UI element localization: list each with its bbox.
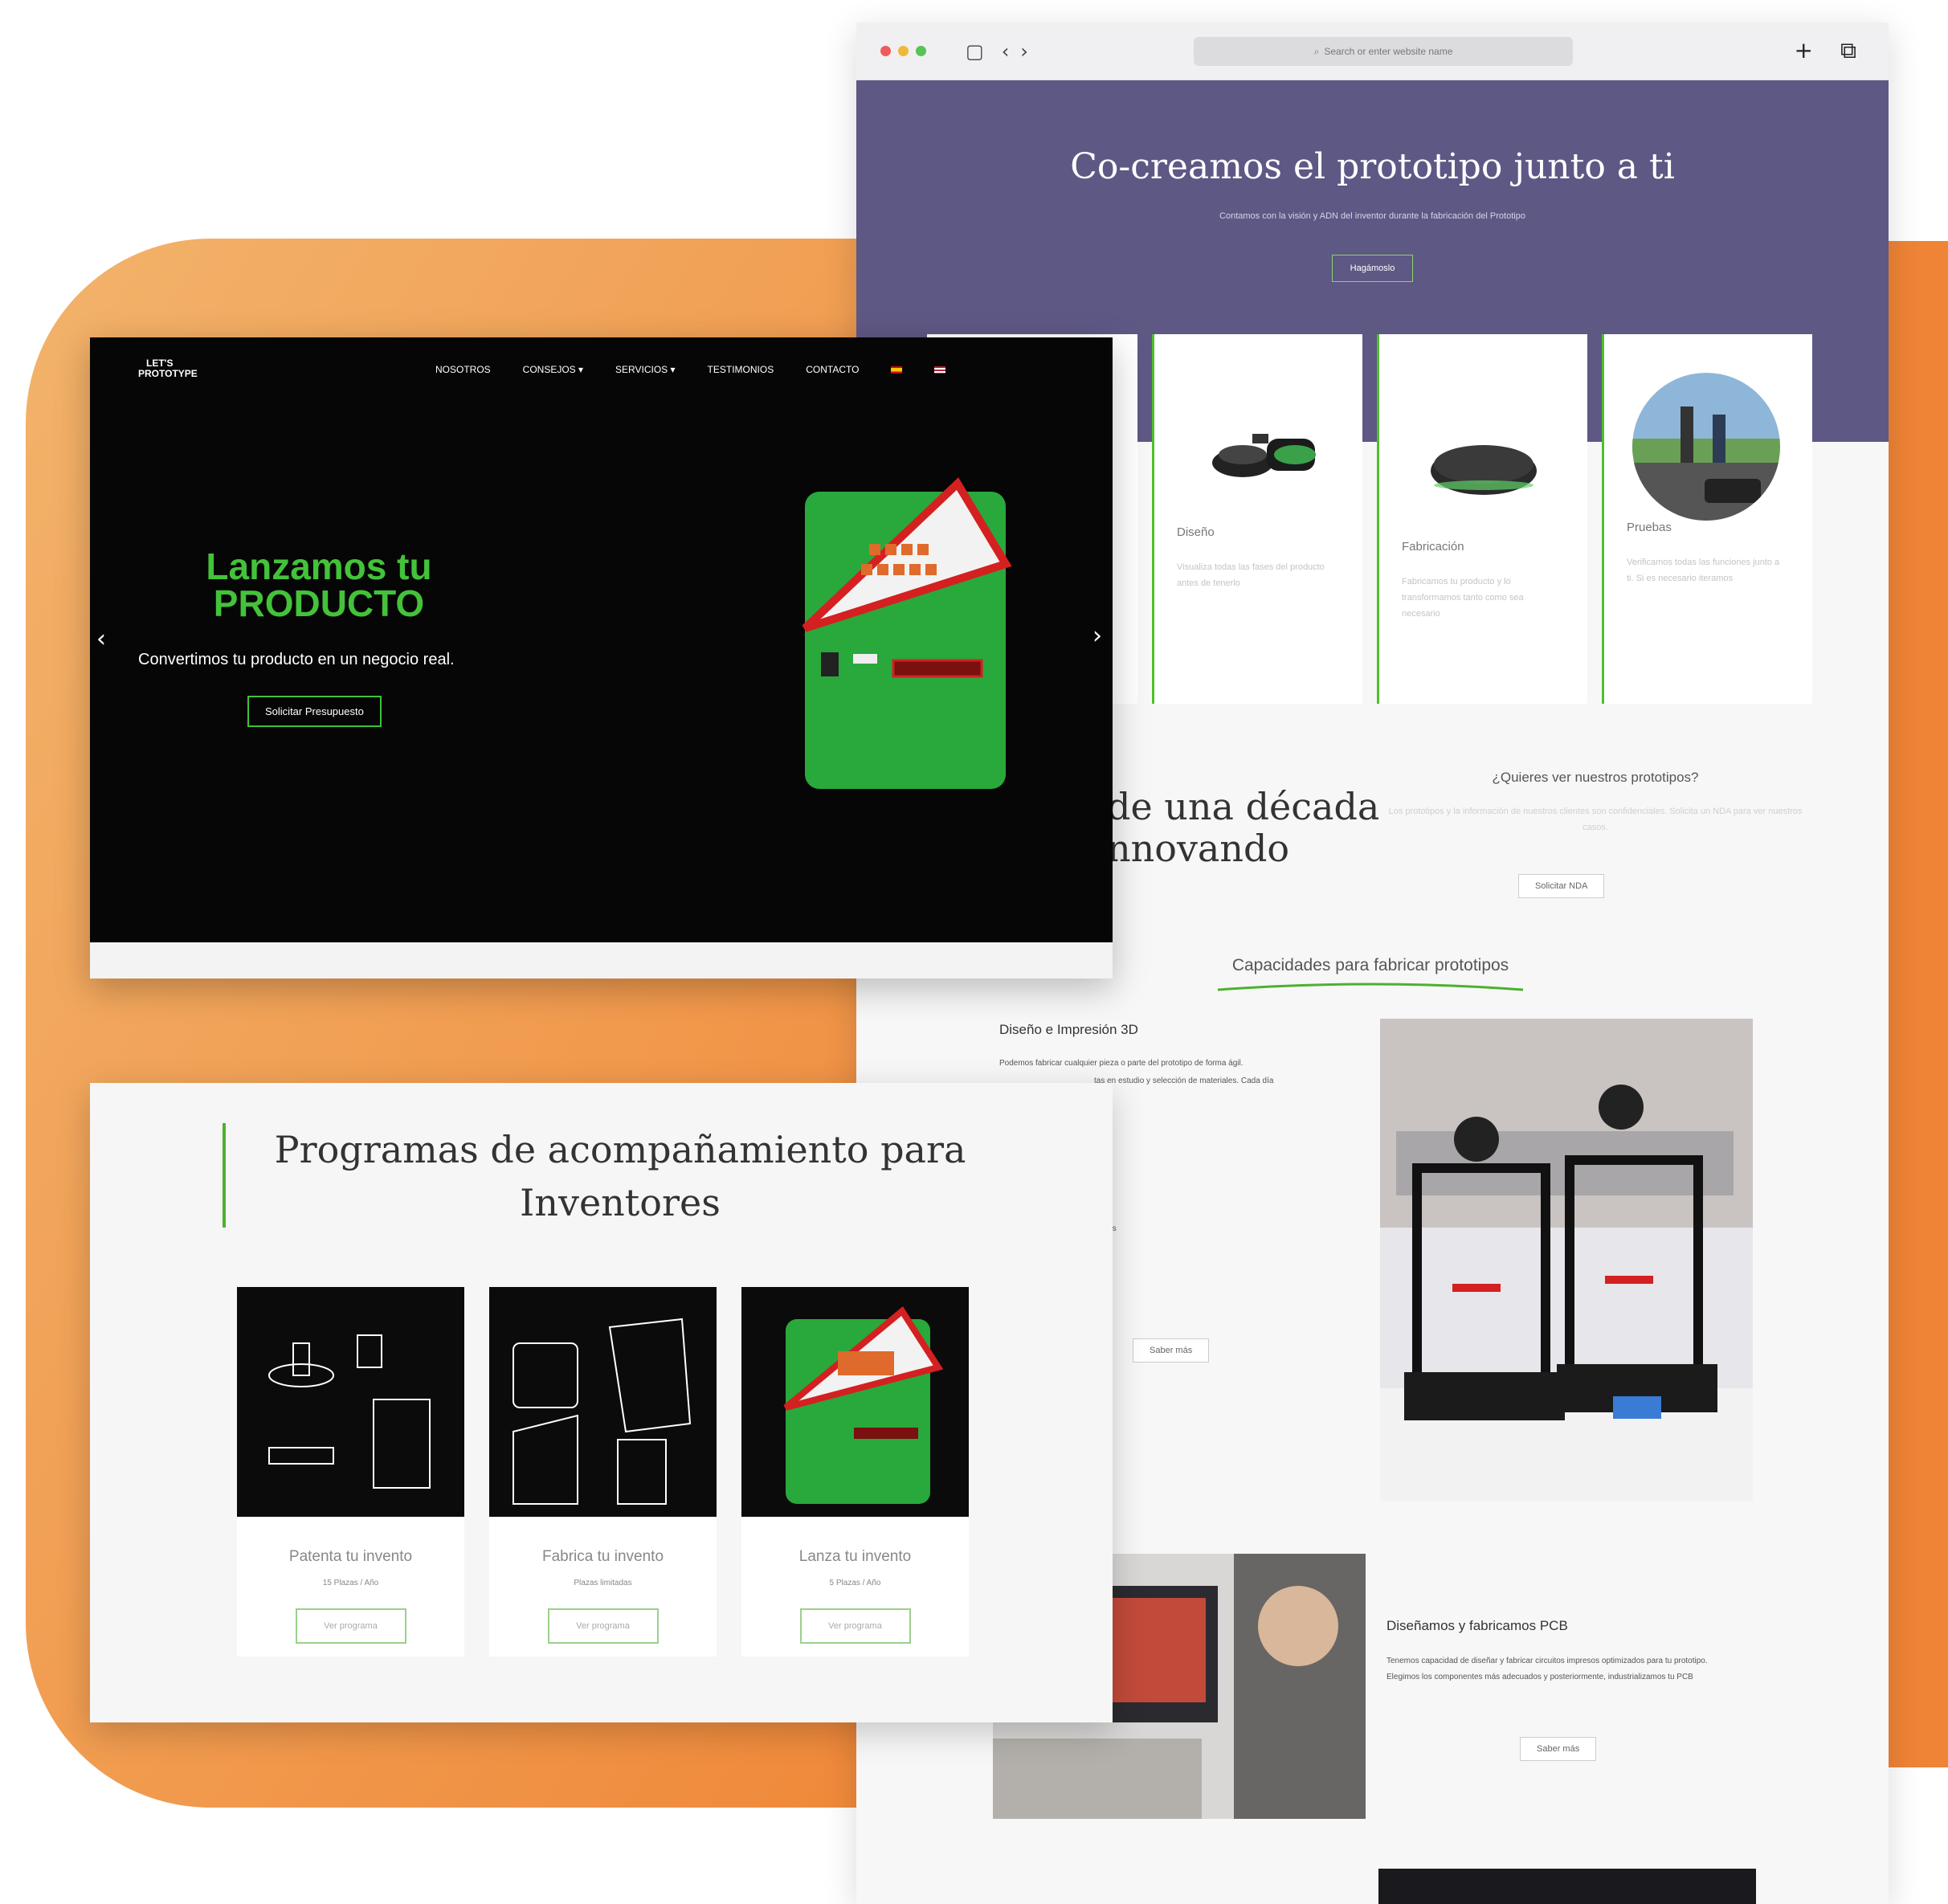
minimize-dot-icon[interactable] — [898, 46, 909, 56]
ver-programa-button[interactable]: Ver programa — [799, 1608, 911, 1644]
ver-programa-button[interactable]: Ver programa — [547, 1608, 659, 1644]
program-subtitle: 5 Plazas / Año — [829, 1579, 881, 1587]
tests-photo-image — [1632, 373, 1780, 521]
program-title: Fabrica tu invento — [541, 1548, 664, 1565]
hero-subtitle: Contamos con la visión y ADN del invento… — [1219, 211, 1525, 221]
solicitar-nda-button[interactable]: Solicitar NDA — [1518, 874, 1605, 898]
process-card-tests: Pruebas Verificamos todas las funciones … — [1602, 334, 1812, 704]
card-title: Fabricación — [1402, 540, 1464, 554]
nav-item-contacto[interactable]: CONTACTO — [806, 364, 859, 375]
decade-title: de una década nnovando — [1107, 786, 1379, 869]
hero-footer-strip — [90, 942, 1113, 979]
nav-item-servicios[interactable]: SERVICIOS ▾ — [615, 364, 676, 375]
ver-programa-button[interactable]: Ver programa — [295, 1608, 406, 1644]
tabs-overview-icon[interactable]: ⧉ — [1840, 37, 1856, 64]
print3d-line2: tas en estudio y selección de materiales… — [1094, 1077, 1274, 1085]
hero-window: LET'S PROTOTYPE NOSOTROS CONSEJOS ▾ SERV… — [90, 337, 1113, 979]
nda-title: ¿Quieres ver nuestros prototipos? — [1492, 770, 1699, 785]
headline-line-2: PRODUCTO — [213, 582, 425, 624]
pcb-title: Diseñamos y fabricamos PCB — [1386, 1618, 1568, 1633]
patent-drawing-image — [237, 1287, 464, 1517]
program-card-lanza: Lanza tu invento 5 Plazas / Año Ver prog… — [741, 1287, 969, 1657]
hero-headline: Lanzamos tu PRODUCTO — [90, 548, 548, 622]
capacities-underline — [1217, 983, 1524, 991]
headline-line-1: Lanzamos tu — [206, 545, 432, 587]
pcb-saber-mas-button[interactable]: Saber más — [1520, 1737, 1597, 1761]
close-dot-icon[interactable] — [880, 46, 891, 56]
nda-desc: Los prototipos y la información de nuest… — [1388, 807, 1803, 832]
process-card-fabrication: Fabricación Fabricamos tu producto y lo … — [1377, 334, 1587, 704]
card-desc: Fabricamos tu producto y lo transformamo… — [1402, 577, 1524, 619]
main-nav: NOSOTROS CONSEJOS ▾ SERVICIOS ▾ TESTIMON… — [435, 364, 946, 375]
nav-item-testimonios[interactable]: TESTIMONIOS — [708, 364, 774, 375]
usa-flag-icon[interactable] — [934, 366, 946, 374]
search-icon: ⌕ — [1313, 45, 1320, 57]
pizza-vending-machine-image — [802, 477, 1012, 789]
program-subtitle: 15 Plazas / Año — [322, 1579, 379, 1587]
logo-line-2: PROTOTYPE — [138, 368, 198, 379]
card-desc: Visualiza todas las fases del producto a… — [1177, 562, 1325, 588]
lets-prototype-logo[interactable]: LET'S PROTOTYPE — [138, 358, 198, 379]
process-card-design: Diseño Visualiza todas las fases del pro… — [1152, 334, 1362, 704]
maximize-dot-icon[interactable] — [916, 46, 926, 56]
program-card-patenta: Patenta tu invento 15 Plazas / Año Ver p… — [237, 1287, 464, 1657]
fabrication-device-image — [1431, 445, 1537, 495]
programs-window: Programas de acompañamiento para Invento… — [90, 1083, 1113, 1722]
next-slide-icon[interactable]: › — [1092, 622, 1102, 650]
print3d-line1: Podemos fabricar cualquier pieza o parte… — [999, 1059, 1244, 1068]
programs-title: Programas de acompañamiento para Invento… — [274, 1128, 966, 1224]
spain-flag-icon[interactable] — [891, 366, 903, 374]
capacities-title: Capacidades para fabricar prototipos — [1231, 956, 1509, 974]
hagamoslo-button[interactable]: Hagámoslo — [1331, 255, 1414, 282]
pizza-machine-image — [741, 1287, 969, 1517]
back-icon[interactable]: ‹ — [1002, 40, 1010, 63]
hero-subline: Convertimos tu producto en un negocio re… — [138, 651, 455, 668]
showcase-stage: ▢ ‹ › ⌕ Search or enter website name + ⧉… — [0, 0, 1948, 1904]
card-title: Pruebas — [1627, 521, 1672, 534]
print3d-saber-mas-button[interactable]: Saber más — [1133, 1338, 1210, 1363]
card-desc: Verificamos todas las funciones junto a … — [1627, 558, 1780, 583]
new-tab-icon[interactable]: + — [1795, 37, 1813, 64]
print3d-title: Diseño e Impresión 3D — [999, 1022, 1138, 1037]
next-section-photo — [1378, 1869, 1756, 1904]
program-title: Lanza tu invento — [798, 1548, 912, 1565]
sidebar-icon[interactable]: ▢ — [966, 40, 984, 63]
fabrication-drawing-image — [489, 1287, 717, 1517]
decade-line-1: de una década — [1107, 785, 1380, 828]
browser-toolbar: ▢ ‹ › ⌕ Search or enter website name + ⧉ — [856, 22, 1889, 80]
nav-item-nosotros[interactable]: NOSOTROS — [435, 364, 491, 375]
decade-line-2: nnovando — [1107, 827, 1290, 870]
forward-icon[interactable]: › — [1020, 40, 1028, 63]
hero-title: Co-creamos el prototipo junto a ti — [1070, 146, 1675, 187]
design-device-image — [1212, 434, 1316, 477]
address-bar[interactable]: ⌕ Search or enter website name — [1194, 37, 1573, 66]
card-title: Diseño — [1177, 525, 1215, 539]
program-title: Patenta tu invento — [288, 1548, 413, 1565]
address-placeholder: Search or enter website name — [1324, 46, 1453, 57]
program-subtitle: Plazas limitadas — [574, 1579, 632, 1587]
program-card-fabrica: Fabrica tu invento Plazas limitadas Ver … — [489, 1287, 717, 1657]
3d-printers-photo — [1380, 1019, 1753, 1501]
prev-slide-icon[interactable]: ‹ — [96, 625, 106, 653]
pcb-desc: Tenemos capacidad de diseñar y fabricar … — [1386, 1657, 1708, 1681]
programs-accent-bar — [223, 1123, 226, 1228]
nav-item-consejos[interactable]: CONSEJOS ▾ — [523, 364, 583, 375]
solicitar-presupuesto-button[interactable]: Solicitar Presupuesto — [247, 696, 382, 727]
